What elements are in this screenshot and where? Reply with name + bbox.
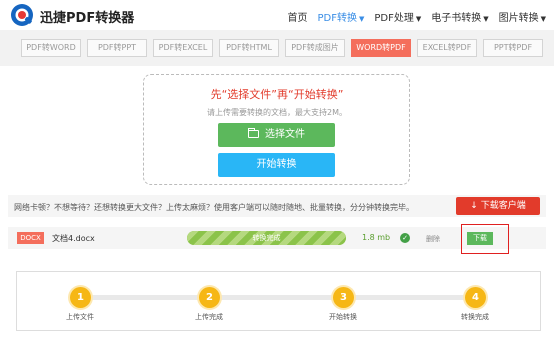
step-4-circle: 4 bbox=[465, 287, 486, 308]
tab-excel-to-pdf[interactable]: EXCEL转PDF bbox=[417, 39, 477, 57]
step-3-circle: 3 bbox=[333, 287, 354, 308]
top-header: 迅捷PDF转换器 首页 PDF转换 ▼ PDF处理 ▼ 电子书转换 ▼ 图片转换 ▼ bbox=[0, 0, 554, 30]
steps-line bbox=[78, 295, 474, 300]
chevron-down-icon: ▼ bbox=[540, 15, 546, 23]
progress-label: 转换完成 bbox=[252, 234, 281, 242]
tab-ppt-to-pdf[interactable]: PPT转PDF bbox=[483, 39, 543, 57]
chevron-down-icon: ▼ bbox=[358, 15, 365, 23]
check-circle-icon: ✓ bbox=[400, 233, 410, 243]
step-2-circle: 2 bbox=[199, 287, 220, 308]
download-button[interactable]: 下载 bbox=[467, 232, 493, 245]
tab-pdf-to-image[interactable]: PDF转成图片 bbox=[285, 39, 345, 57]
nav-home-label: 首页 bbox=[287, 13, 308, 24]
file-name: 文档4.docx bbox=[52, 234, 95, 243]
promo-text: 网络卡顿？不想等待？还想转换更大文件？上传太麻烦？使用客户端可以随时随地、批量转… bbox=[14, 203, 414, 212]
upload-hint: 请上传需要转换的文档，最大支持2M。 bbox=[207, 108, 347, 117]
tab-pdf-to-html[interactable]: PDF转HTML bbox=[219, 39, 279, 57]
download-arrow-icon: ↓ bbox=[470, 201, 481, 211]
folder-icon bbox=[248, 128, 259, 138]
chevron-down-icon: ▼ bbox=[415, 15, 422, 23]
file-size: 1.8 mb bbox=[362, 233, 391, 242]
select-file-label: 选择文件 bbox=[265, 129, 305, 140]
step-4-label: 转换完成 bbox=[461, 313, 489, 321]
nav-ebook-convert[interactable]: 电子书转换 ▼ bbox=[431, 9, 488, 24]
main-nav: 首页 PDF转换 ▼ PDF处理 ▼ 电子书转换 ▼ 图片转换 ▼ bbox=[287, 9, 546, 24]
file-type-badge: DOCX bbox=[17, 232, 44, 244]
step-1-label: 上传文件 bbox=[66, 313, 94, 321]
tab-pdf-to-ppt[interactable]: PDF转PPT bbox=[87, 39, 147, 57]
nav-pdf-process-label: PDF处理 bbox=[374, 13, 414, 24]
nav-image-convert-label: 图片转换 bbox=[498, 13, 539, 24]
nav-pdf-convert[interactable]: PDF转换 ▼ bbox=[317, 9, 364, 24]
steps-panel bbox=[16, 271, 541, 331]
logo-icon bbox=[11, 4, 33, 26]
nav-pdf-convert-label: PDF转换 bbox=[317, 13, 357, 24]
brand-title: 迅捷PDF转换器 bbox=[40, 11, 135, 26]
start-convert-button[interactable]: 开始转换 bbox=[218, 153, 335, 177]
tab-pdf-to-word[interactable]: PDF转WORD bbox=[21, 39, 81, 57]
step-2-label: 上传完成 bbox=[195, 313, 223, 321]
step-3-label: 开始转换 bbox=[329, 313, 357, 321]
nav-home[interactable]: 首页 bbox=[287, 9, 307, 24]
step-1-circle: 1 bbox=[70, 287, 91, 308]
chevron-down-icon: ▼ bbox=[483, 15, 489, 23]
upload-title: 先“选择文件”再“开始转换” bbox=[210, 88, 344, 101]
tab-pdf-to-excel[interactable]: PDF转EXCEL bbox=[153, 39, 213, 57]
nav-ebook-convert-label: 电子书转换 bbox=[431, 13, 482, 24]
delete-link[interactable]: 删除 bbox=[426, 234, 440, 244]
nav-image-convert[interactable]: 图片转换 ▼ bbox=[499, 9, 546, 24]
convert-tabs: PDF转WORD PDF转PPT PDF转EXCEL PDF转HTML PDF转… bbox=[21, 39, 543, 57]
download-client-button[interactable]: ↓ 下载客户端 bbox=[456, 197, 540, 215]
download-client-label: 下载客户端 bbox=[480, 201, 526, 211]
select-file-button[interactable]: 选择文件 bbox=[218, 123, 335, 147]
tab-word-to-pdf[interactable]: WORD转PDF bbox=[351, 39, 411, 57]
nav-pdf-process[interactable]: PDF处理 ▼ bbox=[374, 9, 421, 24]
